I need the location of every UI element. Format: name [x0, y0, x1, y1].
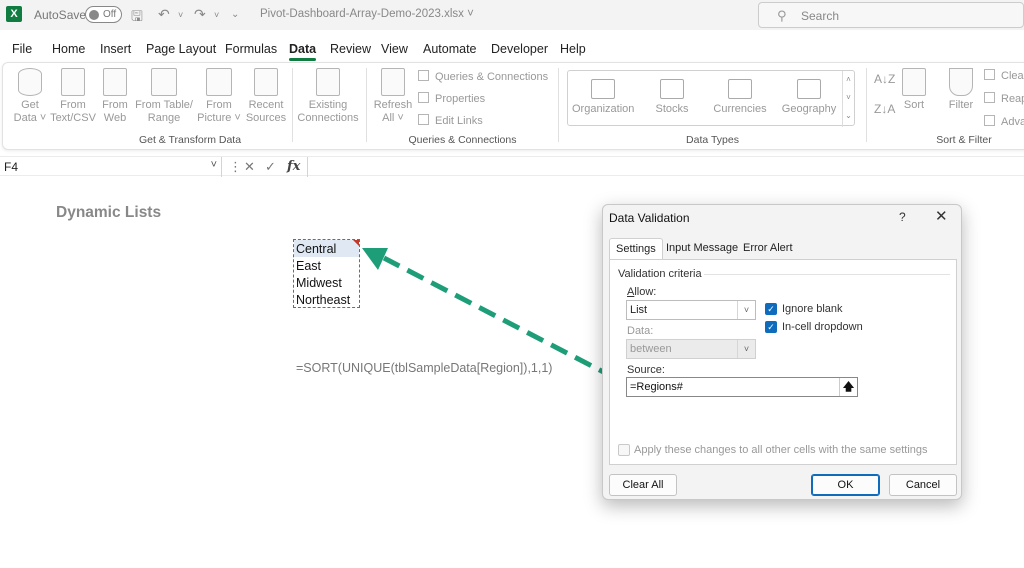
apply-all-checkbox[interactable] — [618, 444, 630, 456]
clear-all-button[interactable]: Clear All — [609, 474, 677, 496]
collapse-dialog-icon[interactable]: 🡅 — [839, 378, 857, 396]
tab-settings[interactable]: Settings — [609, 238, 663, 260]
ignore-blank-checkbox[interactable]: ✓ — [765, 303, 777, 315]
help-icon[interactable]: ? — [899, 210, 906, 224]
incell-dropdown-checkbox[interactable]: ✓ — [765, 321, 777, 333]
incell-dropdown-label: In-cell dropdown — [782, 321, 863, 333]
source-input[interactable]: =Regions# 🡅 — [626, 377, 858, 397]
ignore-blank-label: Ignore blank — [782, 303, 843, 315]
criteria-heading: Validation criteria — [618, 268, 702, 280]
settings-panel: Validation criteria Allow: List ˅ ✓ Igno… — [609, 259, 957, 465]
allow-select[interactable]: List ˅ — [626, 300, 756, 320]
data-select: between ˅ — [626, 339, 756, 359]
cancel-button[interactable]: Cancel — [889, 474, 957, 496]
source-label: Source: — [627, 364, 665, 376]
dialog-title: Data Validation — [609, 211, 690, 225]
arrow-shaft — [382, 255, 617, 381]
chevron-down-icon: ˅ — [737, 301, 755, 319]
divider — [704, 274, 950, 275]
data-validation-dialog: Data Validation ? ✕ Settings Input Messa… — [602, 204, 962, 500]
data-label: Data: — [627, 325, 654, 337]
chevron-down-icon: ˅ — [737, 340, 755, 358]
allow-label: Allow: — [627, 286, 657, 298]
apply-all-label: Apply these changes to all other cells w… — [634, 444, 928, 456]
tab-error-alert[interactable]: Error Alert — [737, 238, 799, 260]
ok-button[interactable]: OK — [811, 474, 880, 496]
close-icon[interactable]: ✕ — [935, 207, 948, 225]
tab-input-message[interactable]: Input Message — [660, 238, 744, 260]
